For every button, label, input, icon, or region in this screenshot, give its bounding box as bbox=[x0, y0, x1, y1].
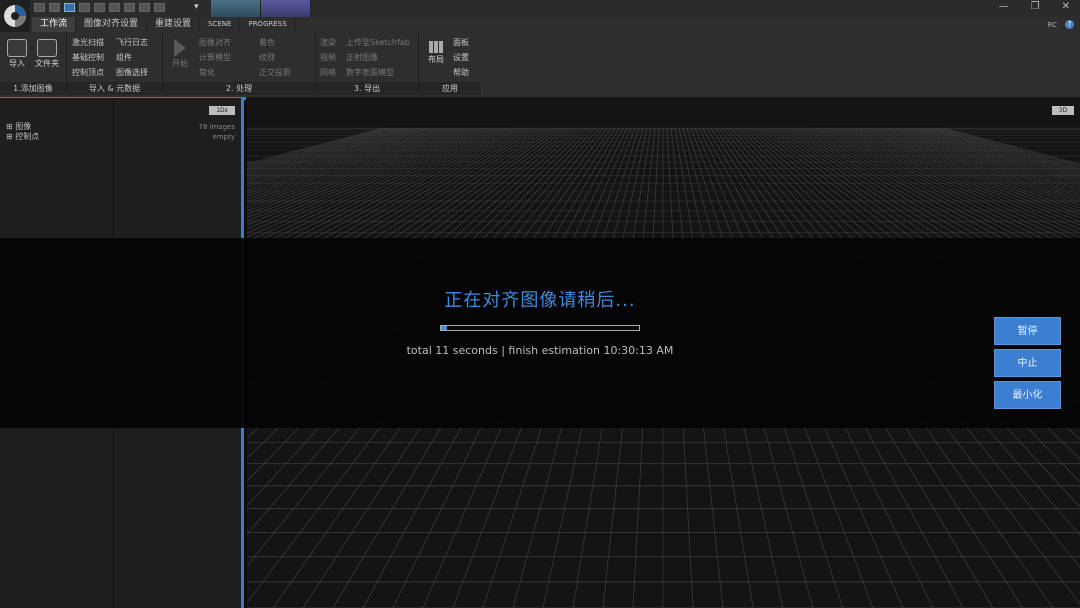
minimize-button[interactable]: 最小化 bbox=[994, 381, 1061, 409]
empty-state: empty bbox=[212, 133, 235, 141]
texture-button[interactable]: 纹理 bbox=[259, 52, 275, 63]
tab-alignment-settings[interactable]: 图像对齐设置 bbox=[76, 17, 148, 32]
tab-reconstruction-settings[interactable]: 重建设置 bbox=[147, 17, 201, 32]
status-subtitle: total 11 seconds | finish estimation 10:… bbox=[406, 344, 674, 357]
calculate-model-button[interactable]: 计算模型 bbox=[199, 52, 231, 63]
help-button[interactable]: 帮助 bbox=[453, 67, 469, 78]
layout-icon[interactable] bbox=[49, 3, 60, 12]
help-icon[interactable]: ? bbox=[1065, 20, 1074, 29]
ortho-projection-button[interactable]: 正交投影 bbox=[259, 67, 291, 78]
tree-item-images[interactable]: ⊞ 图像 bbox=[6, 122, 39, 132]
upload-sketchfab-button[interactable]: 上传至Sketchfab bbox=[346, 37, 410, 48]
video-button[interactable]: 视频 bbox=[320, 52, 336, 63]
layout-icon[interactable] bbox=[64, 3, 75, 12]
rc-label: RC bbox=[1047, 20, 1057, 29]
pause-button[interactable]: 暂停 bbox=[994, 317, 1061, 345]
minimize-window-icon[interactable]: — bbox=[999, 1, 1009, 12]
tree-item-label: 控制点 bbox=[15, 132, 40, 141]
image-selection-button[interactable]: 图像选择 bbox=[116, 67, 148, 78]
stop-button[interactable]: 中止 bbox=[994, 349, 1061, 377]
group-export: 渲染 上传至Sketchfab 视频 正射图像 网格 数字表面模型 3. 导出 bbox=[316, 33, 418, 95]
ribbon: 工作流 图像对齐设置 重建设置 SCENE PROGRESS RC ? 导入 文… bbox=[0, 17, 1080, 98]
group-label: 1.添加图像 bbox=[0, 82, 66, 95]
undo-icon[interactable] bbox=[139, 3, 150, 12]
status-title: 正在对齐图像请稍后... bbox=[444, 290, 636, 311]
import-button[interactable]: 导入 bbox=[3, 37, 31, 69]
layout-icon[interactable] bbox=[94, 3, 105, 12]
folder-label: 文件夹 bbox=[35, 59, 59, 68]
component-button[interactable]: 组件 bbox=[116, 52, 132, 63]
group-app: 布局 面板 设置 帮助 应用 bbox=[419, 33, 481, 95]
dsm-button[interactable]: 数字表面模型 bbox=[346, 67, 394, 78]
folder-camera-icon bbox=[37, 39, 57, 57]
close-window-icon[interactable]: ✕ bbox=[1062, 1, 1070, 12]
group-add-images: 导入 文件夹 1.添加图像 bbox=[0, 33, 66, 95]
panels-button[interactable]: 面板 bbox=[453, 37, 469, 48]
colorize-button[interactable]: 着色 bbox=[259, 37, 275, 48]
image-count: 78 images bbox=[198, 123, 235, 131]
layout-icon[interactable] bbox=[34, 3, 45, 12]
group-label: 3. 导出 bbox=[316, 82, 418, 95]
title-bar: ▾ — ❐ ✕ bbox=[0, 0, 1080, 17]
quick-access-more-icon[interactable]: ▾ bbox=[194, 2, 199, 12]
settings-button[interactable]: 设置 bbox=[453, 52, 469, 63]
start-label: 开始 bbox=[172, 59, 188, 68]
progress-overlay: 正在对齐图像请稍后... total 11 seconds | finish e… bbox=[0, 238, 1080, 428]
app-logo[interactable] bbox=[0, 0, 30, 32]
tree-item-control-points[interactable]: ⊞ 控制点 bbox=[6, 132, 39, 142]
start-button[interactable]: 开始 bbox=[165, 37, 195, 69]
grid-icon bbox=[429, 41, 443, 53]
tab-scene[interactable]: SCENE bbox=[200, 17, 241, 32]
layout-label: 布局 bbox=[428, 55, 444, 64]
control-points-button[interactable]: 控制顶点 bbox=[72, 67, 104, 78]
mesh-button[interactable]: 网格 bbox=[320, 67, 336, 78]
group-process: 开始 图像对齐 着色 计算模型 纹理 简化 正交投影 2. 处理 bbox=[163, 33, 315, 95]
ground-control-button[interactable]: 基础控制 bbox=[72, 52, 104, 63]
layout-button[interactable]: 布局 bbox=[421, 39, 451, 65]
panel-type-badge[interactable]: 1Ds bbox=[209, 106, 235, 115]
view-mode-badge[interactable]: 3D bbox=[1052, 106, 1074, 115]
tree-item-label: 图像 bbox=[15, 122, 32, 131]
ribbon-right: RC ? bbox=[1048, 20, 1074, 29]
laser-scan-button[interactable]: 激光扫描 bbox=[72, 37, 104, 48]
group-label: 应用 bbox=[419, 82, 481, 95]
app-logo-icon bbox=[4, 5, 26, 27]
group-label: 2. 处理 bbox=[163, 82, 315, 95]
project-tree: ⊞ 图像 ⊞ 控制点 bbox=[6, 122, 39, 142]
layout-icon[interactable] bbox=[109, 3, 120, 12]
import-label: 导入 bbox=[9, 59, 25, 68]
play-icon bbox=[174, 39, 186, 57]
orthophoto-button[interactable]: 正射图像 bbox=[346, 52, 378, 63]
thumbnail-strip bbox=[211, 0, 311, 17]
group-import-metadata: 激光扫描 飞行日志 基础控制 组件 控制顶点 图像选择 导入 & 元数据 bbox=[67, 33, 162, 95]
restore-window-icon[interactable]: ❐ bbox=[1031, 1, 1040, 12]
align-images-button[interactable]: 图像对齐 bbox=[199, 37, 231, 48]
simplify-button[interactable]: 简化 bbox=[199, 67, 215, 78]
redo-icon[interactable] bbox=[154, 3, 165, 12]
window-controls: — ❐ ✕ bbox=[999, 1, 1070, 12]
tab-workflow[interactable]: 工作流 bbox=[32, 17, 77, 32]
folder-button[interactable]: 文件夹 bbox=[33, 37, 61, 69]
group-label: 导入 & 元数据 bbox=[67, 82, 162, 95]
camera-icon bbox=[7, 39, 27, 57]
render-button[interactable]: 渲染 bbox=[320, 37, 336, 48]
layout-icon[interactable] bbox=[79, 3, 90, 12]
layout-icon[interactable] bbox=[124, 3, 135, 12]
tab-progress[interactable]: PROGRESS bbox=[240, 17, 296, 32]
quick-access-toolbar bbox=[34, 3, 165, 13]
flight-log-button[interactable]: 飞行日志 bbox=[116, 37, 148, 48]
panel-info: 78 images empty bbox=[198, 122, 235, 142]
progress-bar bbox=[440, 325, 640, 331]
progress-fill bbox=[441, 326, 447, 330]
ribbon-tabs: 工作流 图像对齐设置 重建设置 SCENE PROGRESS bbox=[32, 17, 296, 32]
